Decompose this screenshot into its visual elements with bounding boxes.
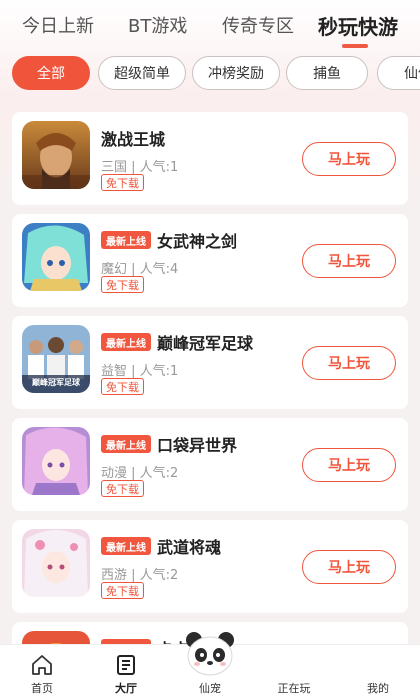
- game-title: 口袋异世界: [157, 436, 238, 455]
- white-hair-girl-portrait-icon: [22, 529, 90, 597]
- pink-hair-girl-portrait-icon: [22, 427, 90, 495]
- warrior-portrait-icon: [22, 121, 90, 189]
- new-release-badge: 最新上线: [101, 537, 151, 555]
- game-title: 武道将魂: [157, 538, 222, 557]
- nav-profile[interactable]: 我的: [348, 645, 408, 700]
- category-tabs: 今日上新 BT游戏 传奇专区 秒玩快游: [0, 0, 420, 50]
- game-meta: 三国 | 人气:1: [101, 160, 179, 175]
- play-now-button[interactable]: 马上玩: [302, 244, 396, 278]
- game-title: 女武神之剑: [157, 232, 238, 251]
- game-card[interactable]: 激战王城 三国 | 人气:1 免下载 马上玩: [12, 112, 408, 205]
- play-now-button[interactable]: 马上玩: [302, 346, 396, 380]
- chip-ranking-rewards[interactable]: 冲榜奖励: [192, 56, 280, 90]
- no-download-tag: 免下载: [101, 276, 144, 293]
- no-download-tag: 免下载: [101, 378, 144, 395]
- game-title: 巅峰冠军足球: [157, 334, 254, 353]
- nav-playing[interactable]: 正在玩: [264, 645, 324, 700]
- new-release-badge: 最新上线: [101, 435, 151, 453]
- game-card[interactable]: 巅峰冠军足球 最新上线 巅峰冠军足球 益智 | 人气:1 免下载 马上玩: [12, 316, 408, 409]
- chip-all[interactable]: 全部: [12, 56, 90, 90]
- no-download-tag: 免下载: [101, 174, 144, 191]
- tab-today-new[interactable]: 今日上新: [22, 12, 94, 38]
- no-download-tag: 免下载: [101, 582, 144, 599]
- nav-hall[interactable]: 大厅: [96, 645, 156, 700]
- new-release-badge: 最新上线: [101, 231, 151, 249]
- play-now-button[interactable]: 马上玩: [302, 448, 396, 482]
- filter-chips: 全部 超级简单 冲榜奖励 捕鱼 仙侠: [0, 56, 420, 92]
- new-release-badge: 最新上线: [101, 333, 151, 351]
- tab-instant-play[interactable]: 秒玩快游: [318, 11, 398, 40]
- game-card[interactable]: 最新上线 武道将魂 西游 | 人气:2 免下载 马上玩: [12, 520, 408, 613]
- play-now-button[interactable]: 马上玩: [302, 142, 396, 176]
- game-meta: 益智 | 人气:1: [101, 364, 179, 379]
- hall-icon: [117, 655, 135, 675]
- game-logo-text: 巅峰冠军足球: [32, 378, 80, 387]
- game-meta: 西游 | 人气:2: [101, 568, 179, 583]
- game-meta: 魔幻 | 人气:4: [101, 262, 179, 277]
- play-now-button[interactable]: 马上玩: [302, 550, 396, 584]
- football-team-portrait-icon: 巅峰冠军足球: [22, 325, 90, 393]
- game-card[interactable]: 最新上线 女武神之剑 魔幻 | 人气:4 免下载 马上玩: [12, 214, 408, 307]
- game-meta: 动漫 | 人气:2: [101, 466, 179, 481]
- nav-home[interactable]: 首页: [12, 645, 72, 700]
- chip-xianxia[interactable]: 仙侠: [377, 56, 420, 90]
- chip-super-easy[interactable]: 超级简单: [98, 56, 186, 90]
- active-tab-indicator: [342, 44, 368, 48]
- tab-bt-games[interactable]: BT游戏: [128, 12, 187, 38]
- nav-label: 我的: [367, 682, 389, 695]
- panda-icon[interactable]: [180, 626, 240, 682]
- game-title: 激战王城: [101, 130, 166, 149]
- no-download-tag: 免下载: [101, 480, 144, 497]
- game-card[interactable]: 最新上线 口袋异世界 动漫 | 人气:2 免下载 马上玩: [12, 418, 408, 511]
- chip-fishing[interactable]: 捕鱼: [286, 56, 368, 90]
- anime-girl-portrait-icon: [22, 223, 90, 291]
- nav-label: 首页: [31, 682, 53, 695]
- nav-label: 仙宠: [199, 682, 221, 695]
- tab-legend-zone[interactable]: 传奇专区: [222, 12, 294, 38]
- nav-label: 大厅: [115, 682, 137, 695]
- home-icon: [32, 655, 52, 675]
- nav-label: 正在玩: [277, 682, 311, 695]
